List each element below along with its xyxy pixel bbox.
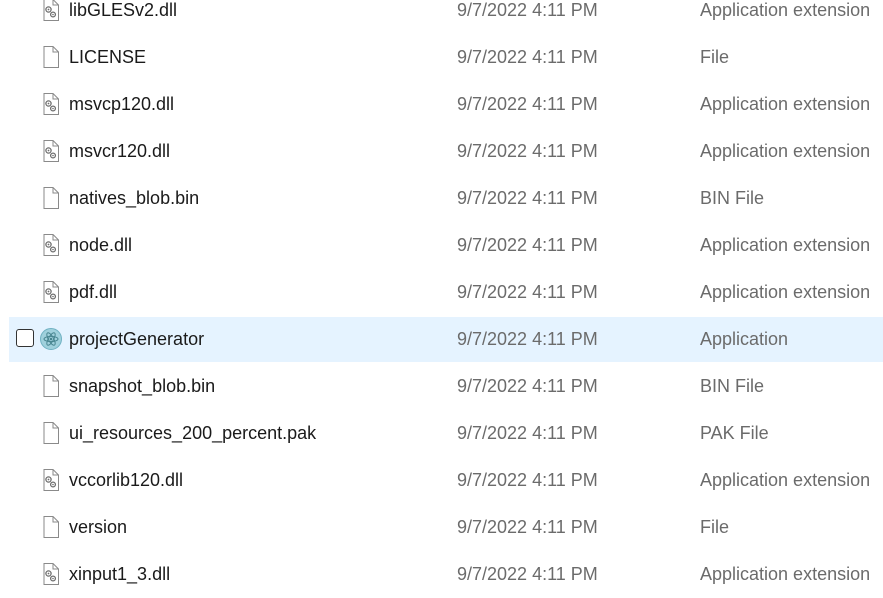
file-date-modified: 9/7/2022 4:11 PM — [457, 188, 598, 208]
file-type: Application — [700, 329, 789, 349]
file-type: Application extension — [700, 235, 871, 255]
dll-file-icon — [40, 468, 62, 492]
file-row[interactable]: version 9/7/2022 4:11 PM File — [0, 504, 883, 551]
file-name[interactable]: node.dll — [69, 235, 132, 256]
file-type: BIN File — [700, 188, 765, 208]
file-icon — [40, 515, 62, 539]
file-name[interactable]: LICENSE — [69, 47, 146, 68]
file-name[interactable]: xinput1_3.dll — [69, 564, 170, 585]
file-name[interactable]: msvcp120.dll — [69, 94, 174, 115]
file-row[interactable]: natives_blob.bin 9/7/2022 4:11 PM BIN File — [0, 175, 883, 222]
file-name[interactable]: ui_resources_200_percent.pak — [69, 423, 316, 444]
file-name[interactable]: projectGenerator — [69, 329, 204, 350]
electron-app-icon — [40, 327, 62, 351]
file-row[interactable]: pdf.dll 9/7/2022 4:11 PM Application exten… — [0, 269, 883, 316]
file-type: Application extension — [700, 94, 871, 114]
file-row[interactable]: snapshot_blob.bin 9/7/2022 4:11 PM BIN Fil… — [0, 363, 883, 410]
file-row[interactable]: node.dll 9/7/2022 4:11 PM Application exte… — [0, 222, 883, 269]
file-type: Application extension — [700, 470, 871, 490]
file-row[interactable]: LICENSE 9/7/2022 4:11 PM File — [0, 34, 883, 81]
dll-file-icon — [40, 280, 62, 304]
row-select-checkbox[interactable] — [16, 329, 34, 347]
file-date-modified: 9/7/2022 4:11 PM — [457, 564, 598, 584]
file-row-selected[interactable]: projectGenerator 9/7/2022 4:11 PM Applicat… — [0, 316, 883, 363]
file-row[interactable]: xinput1_3.dll 9/7/2022 4:11 PM Application… — [0, 551, 883, 598]
dll-file-icon — [40, 92, 62, 116]
file-row[interactable]: ui_resources_200_percent.pak 9/7/2022 4:1… — [0, 410, 883, 457]
file-row[interactable]: libGLESv2.dll 9/7/2022 4:11 PM Application… — [0, 0, 883, 34]
file-type: BIN File — [700, 376, 765, 396]
file-name[interactable]: libGLESv2.dll — [69, 0, 177, 21]
file-date-modified: 9/7/2022 4:11 PM — [457, 376, 598, 396]
dll-file-icon — [40, 139, 62, 163]
file-type: Application extension — [700, 141, 871, 161]
file-name[interactable]: version — [69, 517, 127, 538]
dll-file-icon — [40, 0, 62, 22]
file-date-modified: 9/7/2022 4:11 PM — [457, 94, 598, 114]
file-type: File — [700, 517, 730, 537]
file-name[interactable]: natives_blob.bin — [69, 188, 199, 209]
file-date-modified: 9/7/2022 4:11 PM — [457, 47, 598, 67]
file-date-modified: 9/7/2022 4:11 PM — [457, 282, 598, 302]
dll-file-icon — [40, 562, 62, 586]
file-type: Application extension — [700, 282, 871, 302]
file-row[interactable]: msvcr120.dll 9/7/2022 4:11 PM Application … — [0, 128, 883, 175]
file-icon — [40, 186, 62, 210]
file-type: Application extension — [700, 0, 871, 20]
file-date-modified: 9/7/2022 4:11 PM — [457, 329, 598, 349]
file-row[interactable]: msvcp120.dll 9/7/2022 4:11 PM Application … — [0, 81, 883, 128]
file-name[interactable]: vccorlib120.dll — [69, 470, 183, 491]
file-name[interactable]: pdf.dll — [69, 282, 117, 303]
file-icon — [40, 374, 62, 398]
file-date-modified: 9/7/2022 4:11 PM — [457, 141, 598, 161]
file-type: File — [700, 47, 730, 67]
file-name[interactable]: msvcr120.dll — [69, 141, 170, 162]
dll-file-icon — [40, 233, 62, 257]
file-name[interactable]: snapshot_blob.bin — [69, 376, 215, 397]
file-type: PAK File — [700, 423, 769, 443]
file-icon — [40, 45, 62, 69]
file-icon — [40, 421, 62, 445]
file-date-modified: 9/7/2022 4:11 PM — [457, 470, 598, 490]
file-type: Application extension — [700, 564, 871, 584]
file-date-modified: 9/7/2022 4:11 PM — [457, 235, 598, 255]
file-date-modified: 9/7/2022 4:11 PM — [457, 0, 598, 20]
file-list: libGLESv2.dll 9/7/2022 4:11 PM Application… — [0, 0, 883, 598]
file-row[interactable]: vccorlib120.dll 9/7/2022 4:11 PM Applicati… — [0, 457, 883, 504]
file-date-modified: 9/7/2022 4:11 PM — [457, 423, 598, 443]
file-date-modified: 9/7/2022 4:11 PM — [457, 517, 598, 537]
